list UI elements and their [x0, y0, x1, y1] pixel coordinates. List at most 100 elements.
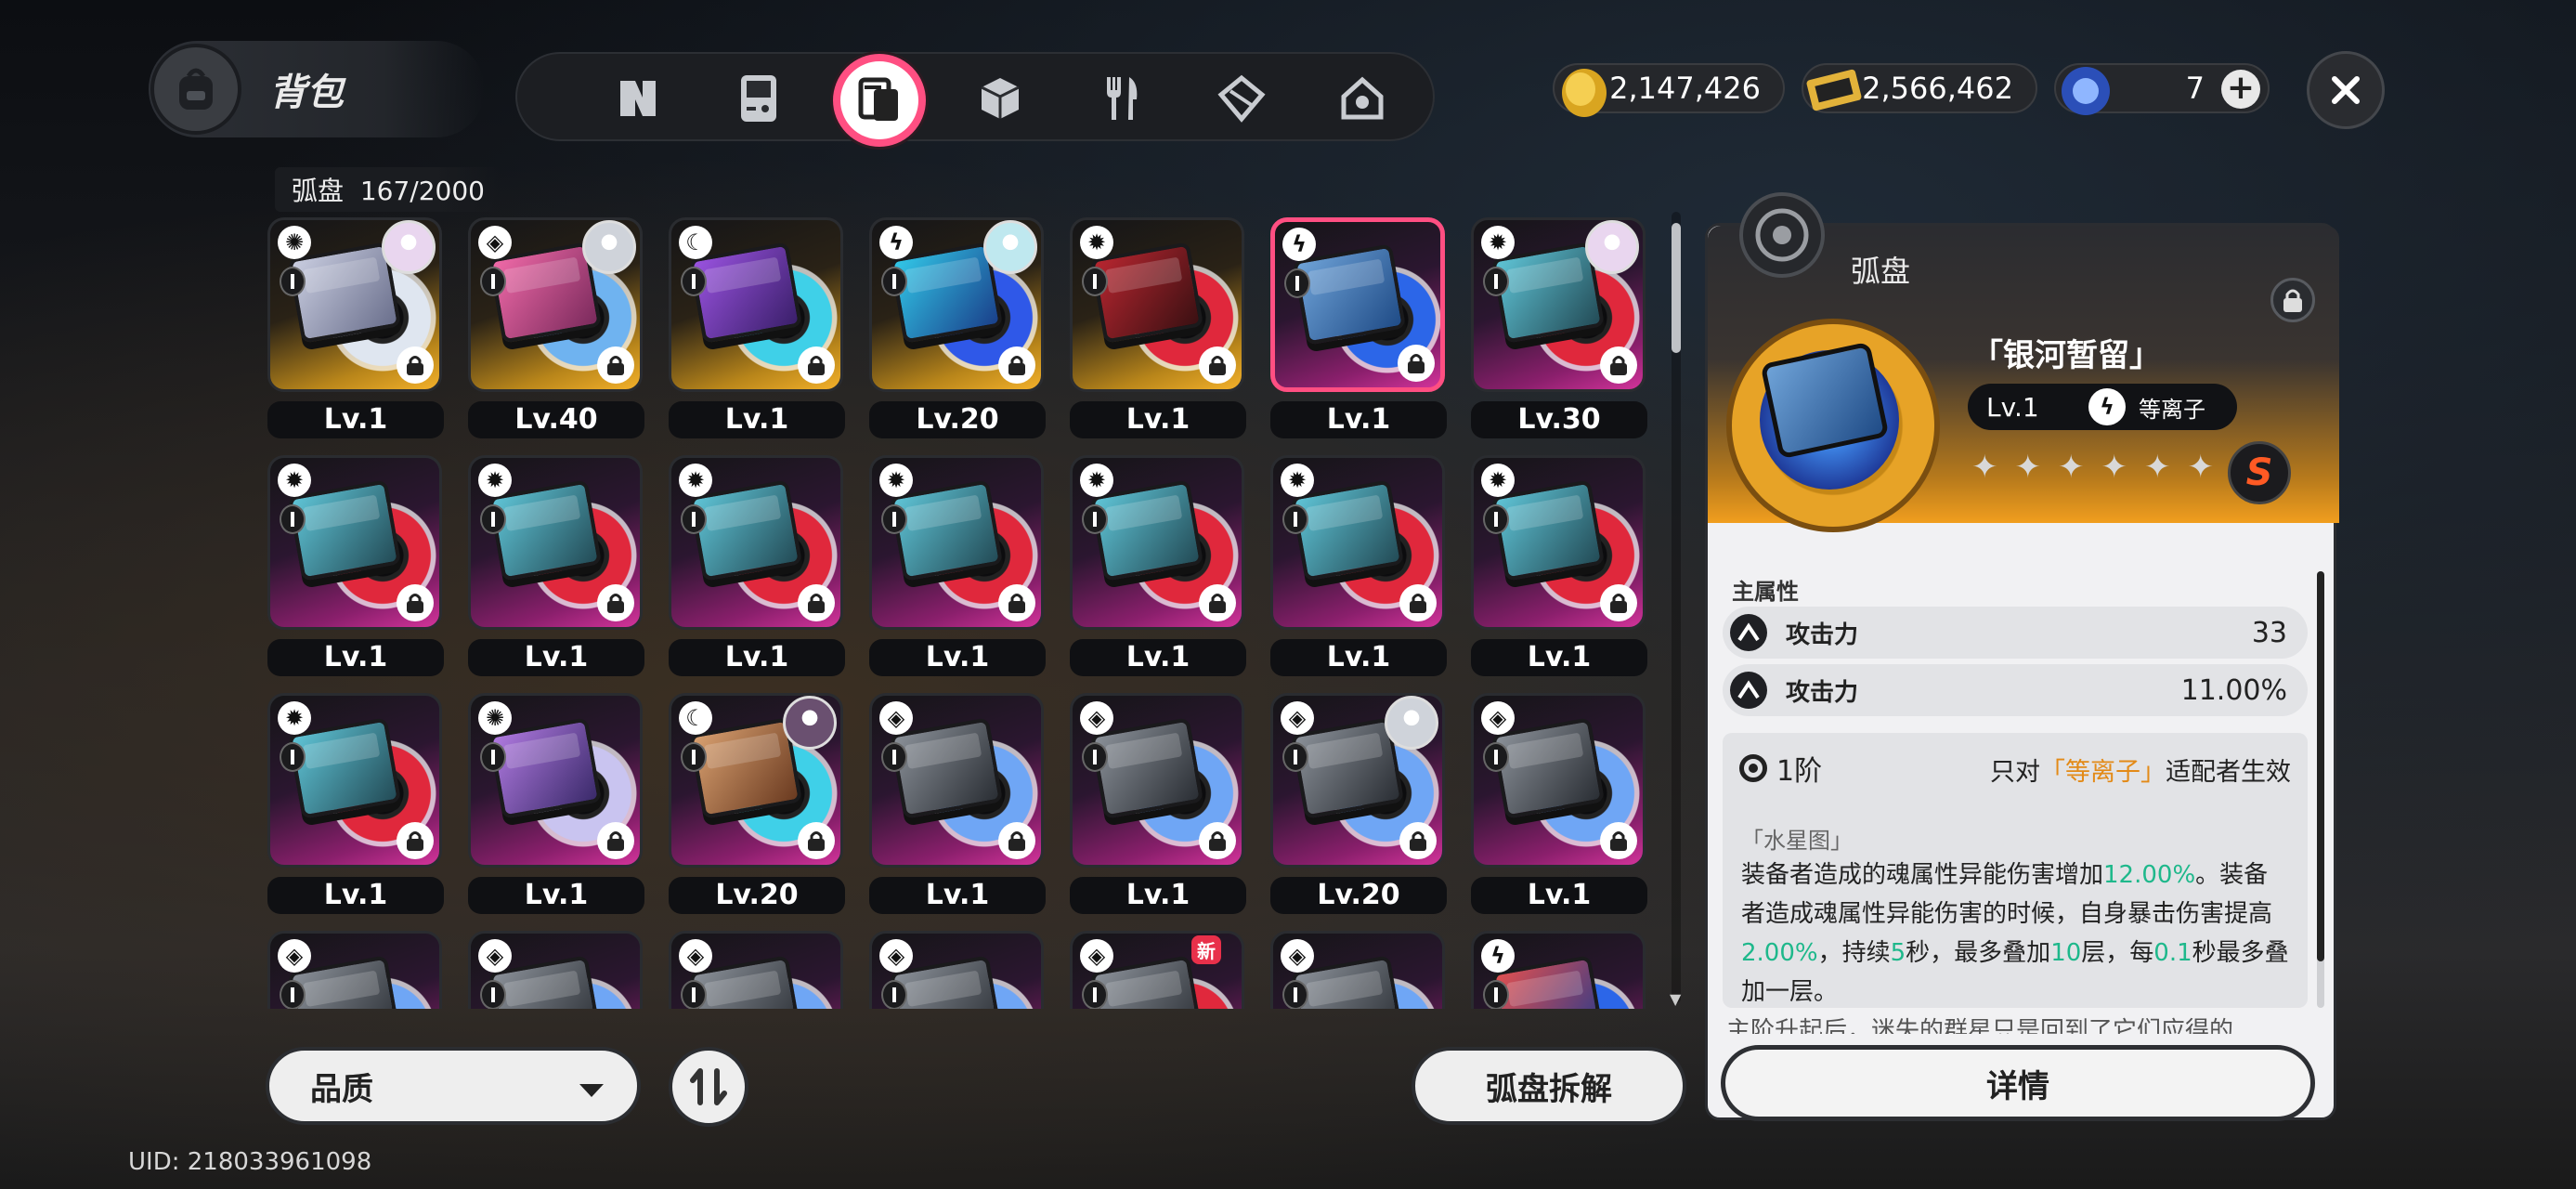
disc-slot[interactable]: ◈ 新: [1062, 925, 1248, 1009]
disc-slot[interactable]: ✹ Lv.1: [862, 450, 1047, 682]
lock-icon[interactable]: [1600, 822, 1637, 859]
disc-slot[interactable]: ◈ Lv.20: [1263, 687, 1449, 920]
lock-icon[interactable]: [1199, 346, 1236, 384]
disc-slot[interactable]: ✺ Lv.1: [461, 687, 646, 920]
add-crystal-button[interactable]: +: [2221, 70, 2260, 109]
tab-home[interactable]: [1327, 63, 1398, 134]
lock-icon[interactable]: [998, 584, 1035, 621]
lock-icon[interactable]: [1600, 346, 1637, 384]
details-button[interactable]: 详情: [1721, 1045, 2315, 1121]
disc-card[interactable]: ✹: [1471, 217, 1646, 392]
disc-slot[interactable]: ϟ Lv.20: [862, 212, 1047, 444]
dropdown-caret-icon: [579, 1084, 604, 1097]
tab-food[interactable]: [1086, 63, 1156, 134]
lock-icon[interactable]: [1600, 584, 1637, 621]
disc-slot[interactable]: ✹ Lv.1: [1062, 212, 1248, 444]
lock-icon[interactable]: [798, 346, 835, 384]
disc-card[interactable]: ◈: [1471, 693, 1646, 868]
lock-icon[interactable]: [1399, 822, 1437, 859]
disc-slot[interactable]: ◈: [260, 925, 446, 1009]
disc-slot[interactable]: ✹ Lv.1: [260, 687, 446, 920]
disc-slot[interactable]: ✹ Lv.30: [1464, 212, 1649, 444]
disc-card[interactable]: ☾: [669, 693, 843, 868]
disc-card[interactable]: ✹: [1070, 455, 1244, 630]
dismantle-button[interactable]: 弧盘拆解: [1412, 1047, 1686, 1125]
disc-slot[interactable]: ϟ Lv.1: [1263, 212, 1449, 444]
lock-icon[interactable]: [1398, 345, 1435, 382]
close-button[interactable]: [2307, 51, 2385, 129]
disc-card[interactable]: ◈: [1270, 931, 1445, 1009]
disc-slot[interactable]: ☾ Lv.1: [661, 212, 847, 444]
detail-scrollbar[interactable]: [2317, 571, 2324, 1008]
disc-card[interactable]: ✹: [1471, 455, 1646, 630]
lock-icon[interactable]: [798, 584, 835, 621]
disc-card[interactable]: ✹: [267, 693, 442, 868]
lock-icon[interactable]: [397, 584, 434, 621]
lock-icon[interactable]: [597, 346, 634, 384]
disc-card[interactable]: ✹: [468, 455, 643, 630]
disc-card[interactable]: ◈: [468, 217, 643, 392]
tab-modules[interactable]: [1206, 63, 1277, 134]
disc-slot[interactable]: ✹ Lv.1: [461, 450, 646, 682]
disc-slot[interactable]: ◈: [461, 925, 646, 1009]
sort-order-button[interactable]: [669, 1047, 748, 1127]
tab-n-items[interactable]: [603, 63, 673, 134]
rank-i-icon: [1483, 267, 1509, 296]
inventory-scroll-thumb[interactable]: [1672, 223, 1681, 353]
lock-icon[interactable]: [998, 822, 1035, 859]
tab-devices[interactable]: [723, 63, 794, 134]
disc-slot[interactable]: ϟ: [1464, 925, 1649, 1009]
disc-slot[interactable]: ◈ Lv.1: [1062, 687, 1248, 920]
lock-icon[interactable]: [1399, 584, 1437, 621]
lock-icon[interactable]: [597, 822, 634, 859]
lock-icon[interactable]: [1199, 584, 1236, 621]
disc-card[interactable]: ☾: [669, 217, 843, 392]
disc-slot[interactable]: ✹ Lv.1: [1464, 450, 1649, 682]
disc-slot[interactable]: ✹ Lv.1: [1263, 450, 1449, 682]
disc-card[interactable]: ✹: [1070, 217, 1244, 392]
disc-card[interactable]: ◈: [1070, 693, 1244, 868]
disc-card[interactable]: ◈: [669, 931, 843, 1009]
disc-slot[interactable]: ◈: [661, 925, 847, 1009]
disc-card[interactable]: ✺: [468, 693, 643, 868]
lock-icon[interactable]: [798, 822, 835, 859]
disc-slot[interactable]: ✹ Lv.1: [1062, 450, 1248, 682]
disc-slot[interactable]: ☾ Lv.20: [661, 687, 847, 920]
detail-lock-toggle[interactable]: [2270, 278, 2315, 322]
disc-card[interactable]: ◈: [869, 693, 1044, 868]
disc-card[interactable]: ϟ: [1471, 931, 1646, 1009]
disc-card[interactable]: ◈ 新: [1070, 931, 1244, 1009]
detail-scroll-thumb[interactable]: [2317, 571, 2324, 961]
disc-card[interactable]: ϟ: [869, 217, 1044, 392]
equipped-character-avatar: [983, 220, 1037, 274]
disc-card[interactable]: ✹: [1270, 455, 1445, 630]
lock-icon[interactable]: [597, 584, 634, 621]
disc-slot[interactable]: ✹ Lv.1: [661, 450, 847, 682]
disc-card[interactable]: ✹: [669, 455, 843, 630]
disc-card[interactable]: ✹: [869, 455, 1044, 630]
quality-filter-dropdown[interactable]: 品质: [266, 1047, 641, 1125]
disc-card[interactable]: ◈: [1270, 693, 1445, 868]
disc-slot[interactable]: ✺ Lv.1: [260, 212, 446, 444]
disc-card[interactable]: ◈: [869, 931, 1044, 1009]
disc-card[interactable]: ✺: [267, 217, 442, 392]
disc-level-label: Lv.20: [669, 877, 845, 914]
disc-slot[interactable]: ◈ Lv.40: [461, 212, 646, 444]
lock-icon[interactable]: [397, 822, 434, 859]
lock-icon[interactable]: [998, 346, 1035, 384]
inventory-scrollbar[interactable]: [1672, 212, 1681, 1003]
disc-slot[interactable]: ◈ Lv.1: [1464, 687, 1649, 920]
disc-card[interactable]: ◈: [267, 931, 442, 1009]
rank-i-icon: [1282, 980, 1308, 1009]
disc-card[interactable]: ✹: [267, 455, 442, 630]
disc-slot[interactable]: ◈: [1263, 925, 1449, 1009]
disc-card-selected[interactable]: ϟ: [1270, 217, 1445, 392]
lock-icon[interactable]: [1199, 822, 1236, 859]
disc-slot[interactable]: ✹ Lv.1: [260, 450, 446, 682]
disc-slot[interactable]: ◈: [862, 925, 1047, 1009]
tab-materials[interactable]: [965, 63, 1035, 134]
tab-arc-discs[interactable]: [833, 54, 926, 147]
lock-icon[interactable]: [397, 346, 434, 384]
disc-card[interactable]: ◈: [468, 931, 643, 1009]
disc-slot[interactable]: ◈ Lv.1: [862, 687, 1047, 920]
